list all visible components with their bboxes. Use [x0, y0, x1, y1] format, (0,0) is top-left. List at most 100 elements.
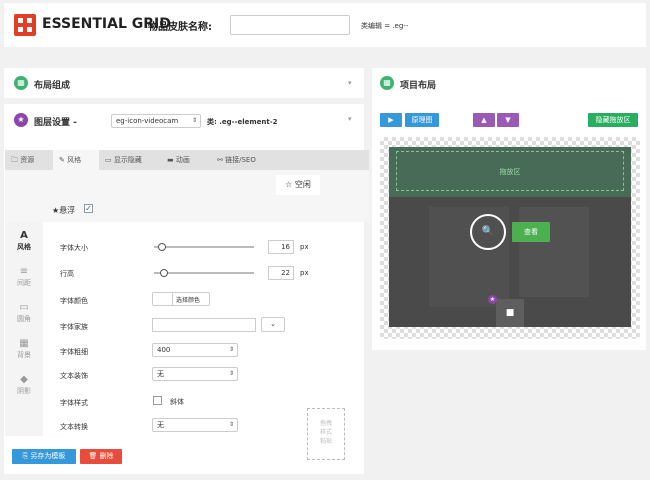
font-size-label: 字体大小	[60, 244, 88, 252]
tab-label: 链接/SEO	[225, 156, 256, 164]
skin-name-input[interactable]	[230, 15, 350, 35]
style-sidebar: A 风格 ≡ 间距 ▭ 圆角 ▦ 背景 ◆ 阴影	[5, 222, 43, 436]
font-size-slider[interactable]	[154, 246, 254, 248]
skin-name-label: 物品皮肤名称:	[148, 22, 212, 33]
file-icon: 🗀	[11, 156, 18, 164]
italic-checkbox[interactable]	[153, 396, 162, 405]
layout-composition-panel[interactable]: ▦ 布局组成 ▾	[4, 68, 364, 98]
font-family-label: 字体家族	[60, 323, 88, 331]
color-swatch	[153, 293, 173, 305]
font-color-label: 字体颜色	[60, 297, 88, 305]
delete-label: 删除	[99, 452, 114, 460]
original-image-button[interactable]: 原理图	[405, 113, 439, 127]
text-transform-select[interactable]: 无 ⇕	[152, 418, 238, 432]
sidebar-item-radius[interactable]: ▭ 圆角	[5, 302, 43, 324]
px-unit: px	[300, 269, 309, 277]
italic-label: 斜体	[170, 398, 184, 406]
save-as-template-button[interactable]: ⎘ 另存为模板	[12, 449, 76, 464]
class-label: 类编辑 = .eg--	[361, 22, 409, 30]
item-preview: 拖放区 🔍 查看 ■ ★	[389, 147, 631, 327]
text-decoration-select[interactable]: 无 ⇕	[152, 367, 238, 381]
save-as-template-label: 另存为模板	[30, 452, 66, 460]
selected-star-icon: ★	[488, 295, 497, 304]
move-down-button[interactable]: ▼	[497, 113, 519, 127]
font-size-input[interactable]: 16	[268, 240, 294, 254]
text-transform-label: 文本转换	[60, 423, 88, 431]
layer-settings-title: 图层设置 -	[34, 118, 77, 128]
sidebar-item-label: 间距	[17, 279, 31, 287]
text-decoration-label: 文本装饰	[60, 372, 88, 380]
font-family-input[interactable]	[152, 318, 256, 332]
move-up-button[interactable]: ▲	[473, 113, 495, 127]
save-icon: ⎘	[22, 452, 29, 460]
search-icon[interactable]: 🔍	[470, 214, 506, 250]
top-dropzone[interactable]: 拖放区	[396, 151, 624, 191]
tab-label: 风格	[67, 156, 82, 164]
element-select[interactable]: eg-icon-videocam ⇕	[111, 114, 201, 128]
text-decoration-value: 无	[157, 370, 164, 378]
play-button[interactable]: ▶	[380, 113, 402, 127]
font-icon: A	[20, 230, 28, 241]
select-arrow-icon: ⇕	[228, 346, 234, 353]
collapse-caret-icon[interactable]: ▾	[348, 115, 352, 123]
sidebar-item-shadow[interactable]: ◆ 阴影	[5, 374, 43, 396]
essential-grid-logo-icon	[14, 14, 36, 36]
collapse-caret-icon[interactable]: ▾	[348, 79, 352, 87]
tab-label: 显示隐藏	[113, 156, 142, 164]
videocam-icon[interactable]: ■	[496, 299, 524, 327]
tab-animation[interactable]: ▬ 动画	[161, 150, 211, 170]
line-height-label: 行高	[60, 270, 74, 278]
layout-icon: ▦	[14, 76, 28, 90]
font-style-label: 字体样式	[60, 399, 88, 407]
sidebar-item-label: 圆角	[17, 315, 31, 323]
film-icon: ▬	[167, 156, 174, 164]
tab-source[interactable]: 🗀 资源	[5, 150, 53, 170]
pick-color-label: 选择颜色	[176, 297, 201, 304]
delete-button[interactable]: 🗑 删除	[80, 449, 122, 464]
font-family-dropdown-icon[interactable]: ⌄	[261, 317, 285, 332]
px-unit: px	[300, 243, 309, 251]
sidebar-item-background[interactable]: ▦ 背景	[5, 338, 43, 360]
tab-link-seo[interactable]: ⚯ 链接/SEO	[211, 150, 283, 170]
dropzone-label: 拖放区	[499, 168, 521, 176]
select-arrow-icon: ⇕	[228, 370, 234, 377]
tab-style[interactable]: ✎ 风格	[53, 150, 99, 170]
brush-icon: ✎	[59, 156, 65, 164]
tab-label: 资源	[20, 156, 35, 164]
font-weight-value: 400	[157, 346, 171, 354]
radius-icon: ▭	[19, 302, 29, 313]
sidebar-item-style[interactable]: A 风格	[5, 230, 43, 252]
layout-panel-title: 布局组成	[34, 81, 71, 91]
view-button[interactable]: 查看	[512, 222, 550, 242]
copy-style-drop-area[interactable]: 拖拽样式粘贴	[307, 408, 345, 460]
preview-image-shade	[519, 207, 589, 297]
star-icon: ★	[14, 113, 28, 127]
line-height-slider[interactable]	[154, 272, 254, 274]
link-icon: ⚯	[217, 156, 223, 164]
hide-dropzone-button[interactable]: 隐藏拖放区	[588, 113, 638, 127]
sidebar-item-label: 风格	[17, 243, 31, 251]
trash-icon: 🗑	[88, 452, 98, 460]
element-class-label: 类: .eg--element-2	[207, 118, 278, 126]
layer-tabs: 🗀 资源 ✎ 风格 ▭ 显示隐藏 ▬ 动画 ⚯ 链接/SEO	[5, 150, 369, 170]
sidebar-item-spacing[interactable]: ≡ 间距	[5, 266, 43, 288]
sidebar-item-label: 阴影	[17, 387, 31, 395]
text-transform-value: 无	[157, 421, 164, 429]
tab-label: 动画	[175, 156, 190, 164]
font-weight-select[interactable]: 400 ⇕	[152, 343, 238, 357]
line-height-slider-handle[interactable]	[160, 269, 168, 277]
idle-state-button[interactable]: ☆ 空闲	[276, 175, 320, 195]
top-header: ESSENTIAL GRID 物品皮肤名称: 类编辑 = .eg--	[4, 3, 646, 47]
select-arrow-icon: ⇕	[191, 117, 197, 124]
tab-visibility[interactable]: ▭ 显示隐藏	[99, 150, 161, 170]
item-layout-title: 项目布局	[400, 81, 437, 91]
select-arrow-icon: ⇕	[228, 421, 234, 428]
color-picker[interactable]: 选择颜色	[152, 292, 210, 306]
line-height-input[interactable]: 22	[268, 266, 294, 280]
layout-icon: ▦	[380, 76, 394, 90]
hover-checkbox[interactable]: ✓	[84, 204, 93, 213]
spacing-icon: ≡	[19, 266, 29, 277]
font-size-slider-handle[interactable]	[158, 243, 166, 251]
element-select-value: eg-icon-videocam	[116, 117, 179, 125]
shadow-icon: ◆	[20, 374, 28, 385]
